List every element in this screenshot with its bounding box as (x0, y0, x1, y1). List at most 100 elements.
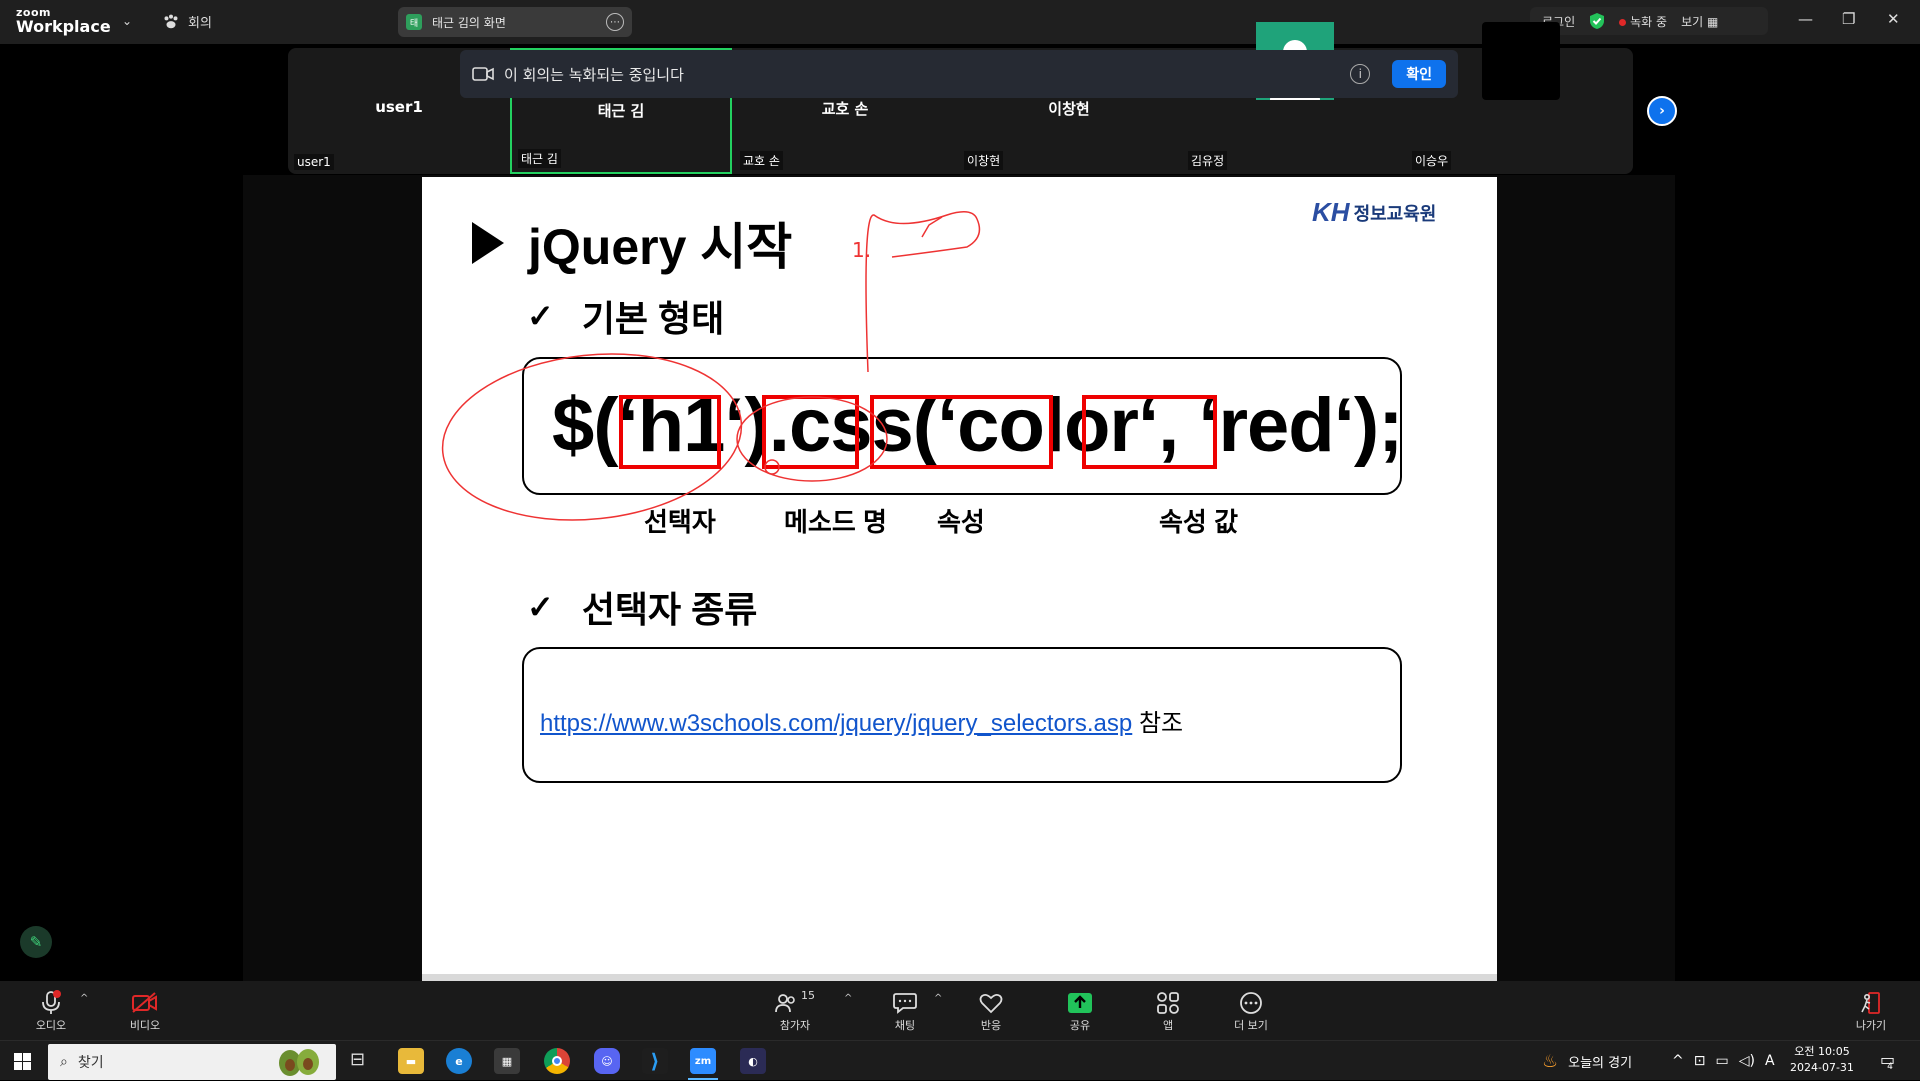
paw-icon (164, 14, 178, 28)
notification-count: 4 (1887, 1062, 1893, 1072)
zoom-app-icon[interactable]: zm (690, 1048, 716, 1074)
volume-icon[interactable]: ◁) (1739, 1053, 1755, 1069)
subheading-basic-form: ✓ 기본 형태 (527, 290, 724, 342)
tray-expand-icon[interactable]: ^ (1672, 1053, 1684, 1069)
reference-row: https://www.w3schools.com/jquery/jquery_… (540, 703, 1183, 738)
shield-check-icon[interactable] (1589, 12, 1605, 30)
restore-icon[interactable]: ❐ (1842, 10, 1855, 28)
microphone-icon (16, 989, 86, 1017)
participant-center-name: 교호 손 (821, 100, 869, 118)
zoom-workplace-logo[interactable]: zoom Workplace (16, 7, 111, 35)
annotate-pen-icon[interactable]: ✎ (20, 926, 52, 958)
vscode-icon[interactable]: ⟩ (642, 1048, 668, 1074)
w3schools-link[interactable]: https://www.w3schools.com/jquery/jquery_… (540, 710, 1132, 737)
subheading-text: 기본 형태 (581, 298, 725, 339)
recording-notice-banner: 이 회의는 녹화되는 중입니다 i 확인 (460, 50, 1458, 98)
recording-notice-text: 이 회의는 녹화되는 중입니다 (504, 65, 684, 84)
windows-start-icon[interactable] (14, 1053, 31, 1070)
notification-center-icon[interactable]: ▭4 (1880, 1050, 1901, 1072)
code-value: ‘red‘ (1198, 383, 1354, 468)
sharer-badge: 태 (406, 14, 422, 30)
status-pill: 로그인 녹화 중 보기 ▦ (1530, 7, 1768, 35)
participants-button[interactable]: 15 참가자 (760, 989, 830, 1033)
more-dots-icon (1216, 989, 1286, 1017)
code-part: ); (1353, 383, 1404, 468)
presentation-slide: KH 정보교육원 jQuery 시작 ✓ 기본 형태 $(‘h1‘).css(‘… (422, 177, 1497, 982)
share-label: 공유 (1069, 1019, 1091, 1032)
minimize-icon[interactable]: — (1798, 10, 1813, 28)
logo-big-text: Workplace (16, 17, 111, 36)
participant-name-label: 교호 손 (740, 151, 783, 170)
subheading-text: 선택자 종류 (581, 589, 758, 630)
view-label: 보기 (1681, 14, 1704, 29)
label-property-value: 속성 값 (1159, 507, 1238, 537)
label-property: 속성 (937, 507, 985, 537)
reactions-button[interactable]: 반응 (956, 989, 1026, 1033)
participants-caret-icon[interactable]: ^ (844, 993, 852, 1004)
chat-button[interactable]: 채팅 (870, 989, 940, 1033)
share-tab-label: 태근 김의 화면 (432, 15, 506, 30)
meeting-menu-button[interactable]: 회의 (162, 12, 212, 31)
audio-options-caret-icon[interactable]: ^ (80, 993, 88, 1004)
participant-name-label: user1 (294, 154, 334, 170)
participant-count: 15 (801, 989, 815, 1002)
file-explorer-icon[interactable]: ▬ (398, 1048, 424, 1074)
code-part: $( (552, 383, 619, 468)
eclipse-icon[interactable]: ◐ (740, 1048, 766, 1074)
chrome-icon[interactable] (544, 1048, 570, 1074)
checkmark-icon: ✓ (527, 298, 554, 334)
apps-button[interactable]: 앱 (1133, 989, 1203, 1033)
more-button[interactable]: 더 보기 (1216, 989, 1286, 1033)
leave-button[interactable]: 나가기 (1836, 989, 1906, 1033)
network-icon[interactable]: ▭ (1715, 1053, 1728, 1069)
label-selector: 선택자 (644, 507, 716, 537)
task-view-icon[interactable]: ⊟ (350, 1049, 365, 1070)
reference-suffix: 참조 (1138, 710, 1184, 737)
audio-button[interactable]: 오디오 (16, 989, 86, 1033)
video-button[interactable]: 비디오 (110, 989, 180, 1033)
close-icon[interactable]: ✕ (1887, 10, 1900, 28)
info-icon[interactable]: i (1350, 64, 1371, 84)
participants-label: 참가자 (779, 1019, 811, 1032)
more-options-icon[interactable]: ⋯ (606, 13, 624, 31)
meeting-label: 회의 (188, 16, 212, 31)
highlight-box-property (870, 395, 1053, 469)
video-label: 비디오 (129, 1019, 161, 1032)
chevron-down-icon[interactable]: ⌄ (122, 14, 132, 28)
video-off-tile (1482, 22, 1560, 100)
chat-bubble-icon (870, 989, 940, 1017)
weather-widget[interactable]: ♨ 오늘의 경기 (1542, 1041, 1632, 1081)
record-camera-icon (472, 67, 494, 81)
highlight-box-method (762, 395, 859, 469)
camera-tray-icon[interactable]: ⊡ (1694, 1053, 1706, 1069)
edge-browser-icon[interactable]: e (446, 1048, 472, 1074)
share-button[interactable]: 공유 (1045, 989, 1115, 1033)
participant-name-label: 이창현 (964, 151, 1004, 170)
highlight-box-selector (619, 395, 721, 469)
participant-center-name: 이창현 (1048, 100, 1090, 118)
audio-label: 오디오 (35, 1019, 67, 1032)
kh-logo: KH 정보교육원 (1312, 197, 1436, 228)
ime-indicator[interactable]: A (1765, 1053, 1775, 1069)
apps-label: 앱 (1162, 1019, 1174, 1032)
more-label: 더 보기 (1234, 1019, 1268, 1032)
microsoft-store-icon[interactable]: ▦ (494, 1048, 520, 1074)
checkmark-icon: ✓ (527, 589, 554, 625)
chat-caret-icon[interactable]: ^ (934, 993, 942, 1004)
slide-bottom-bar (422, 974, 1497, 981)
discord-icon[interactable]: ☺ (594, 1048, 620, 1074)
screen-share-tab[interactable]: 태 태근 김의 화면 ⋯ (398, 7, 632, 37)
next-page-arrow-icon[interactable]: › (1647, 96, 1677, 126)
view-button[interactable]: 보기 ▦ (1681, 13, 1718, 30)
clock-date: 2024-07-31 (1790, 1061, 1854, 1074)
confirm-button[interactable]: 확인 (1392, 60, 1446, 88)
participant-name-label: 태근 김 (518, 149, 561, 168)
recording-label: 녹화 중 (1630, 14, 1668, 29)
clock[interactable]: 오전 10:05 2024-07-31 (1790, 1044, 1854, 1076)
kh-logo-name: 정보교육원 (1353, 203, 1437, 224)
taskbar-search-box[interactable]: ⌕ 찾기 (48, 1044, 336, 1080)
recording-indicator[interactable]: 녹화 중 (1619, 13, 1667, 30)
record-dot-icon (1619, 18, 1627, 26)
play-triangle-icon (472, 222, 504, 264)
reactions-label: 반응 (980, 1019, 1002, 1032)
